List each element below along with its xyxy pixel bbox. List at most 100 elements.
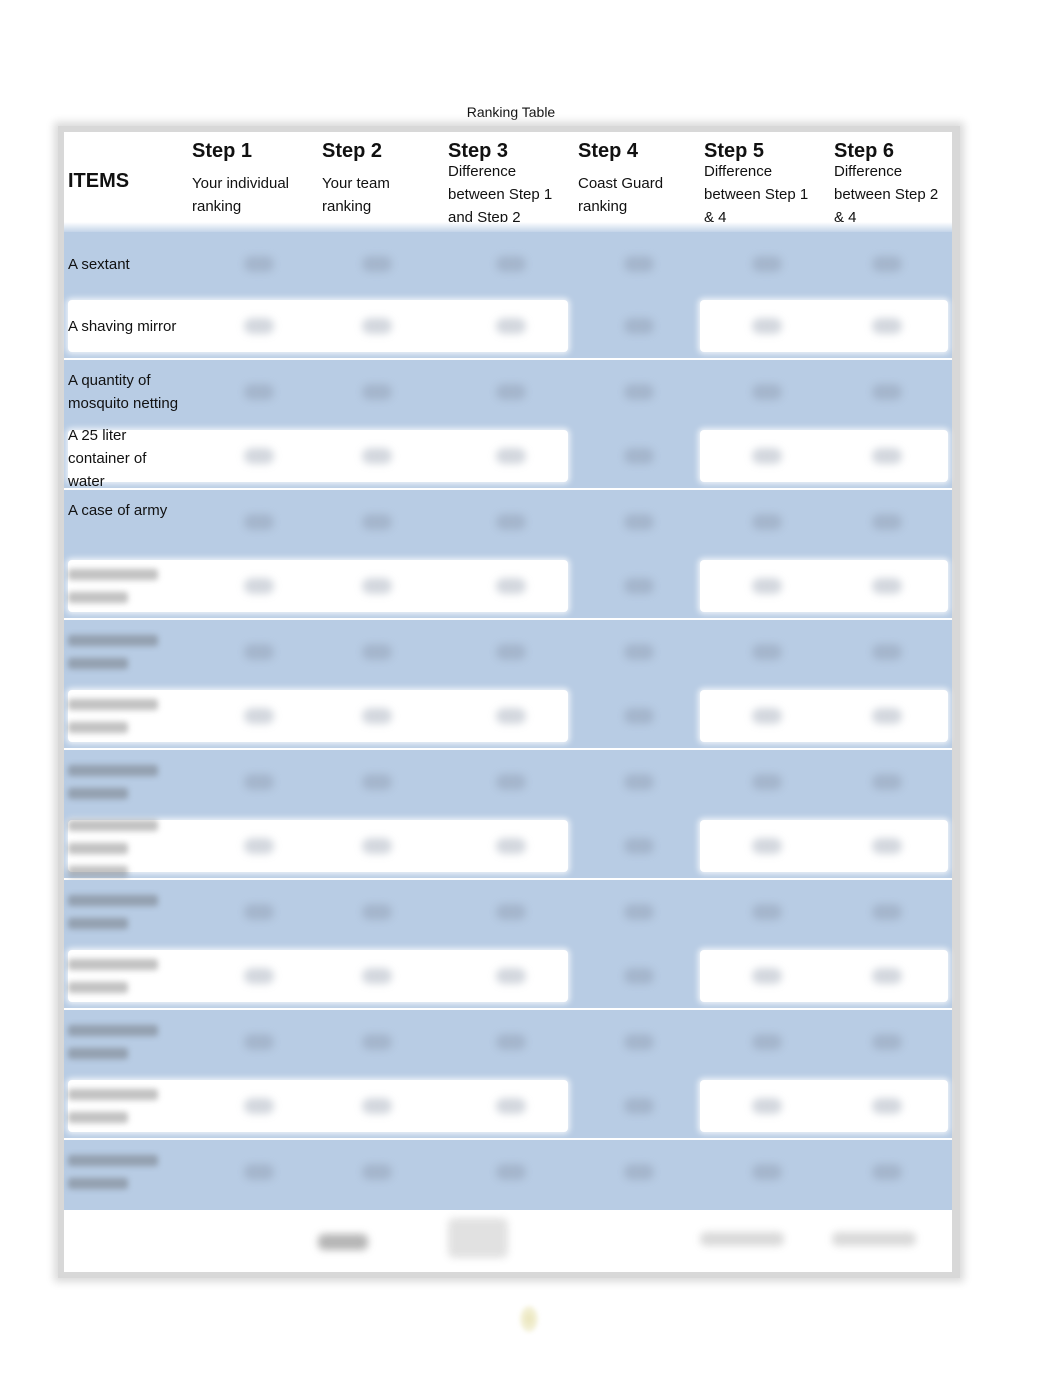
rank-cell-step-3[interactable] (496, 644, 526, 660)
rank-cell-step-2[interactable] (362, 774, 392, 790)
rank-cell-step-5[interactable] (752, 514, 782, 530)
rank-cell-step-5[interactable] (752, 578, 782, 594)
rank-cell-step-4[interactable] (624, 256, 654, 272)
rank-cell-step-4[interactable] (624, 384, 654, 400)
row-background (700, 690, 948, 742)
rank-cell-step-4[interactable] (624, 1164, 654, 1180)
rank-cell-step-6[interactable] (872, 838, 902, 854)
rank-cell-step-2[interactable] (362, 968, 392, 984)
rank-cell-step-4[interactable] (624, 514, 654, 530)
rank-cell-step-2[interactable] (362, 1034, 392, 1050)
table-row: A quantity of mosquito netting (64, 360, 952, 424)
rank-cell-step-6[interactable] (872, 1164, 902, 1180)
rank-cell-step-4[interactable] (624, 1034, 654, 1050)
rank-cell-step-1[interactable] (244, 774, 274, 790)
rank-cell-step-5[interactable] (752, 448, 782, 464)
rank-cell-step-2[interactable] (362, 1164, 392, 1180)
rank-cell-step-1[interactable] (244, 384, 274, 400)
rank-cell-step-5[interactable] (752, 256, 782, 272)
rank-cell-step-5[interactable] (752, 774, 782, 790)
rank-cell-step-6[interactable] (872, 774, 902, 790)
rank-cell-step-1[interactable] (244, 708, 274, 724)
rank-cell-step-5[interactable] (752, 838, 782, 854)
rank-cell-step-1[interactable] (244, 1034, 274, 1050)
rank-cell-step-4[interactable] (624, 708, 654, 724)
rank-cell-step-1[interactable] (244, 514, 274, 530)
rank-cell-step-6[interactable] (872, 448, 902, 464)
rank-cell-step-1[interactable] (244, 318, 274, 334)
rank-cell-step-6[interactable] (872, 904, 902, 920)
rank-cell-step-1[interactable] (244, 578, 274, 594)
rank-cell-step-3[interactable] (496, 256, 526, 272)
rank-cell-step-4[interactable] (624, 968, 654, 984)
rank-cell-step-6[interactable] (872, 708, 902, 724)
rank-cell-step-4[interactable] (624, 838, 654, 854)
rank-cell-step-1[interactable] (244, 256, 274, 272)
step-description-line: Difference (448, 163, 517, 180)
rank-cell-step-3[interactable] (496, 578, 526, 594)
step-description-line: between Step 2 (834, 186, 939, 203)
rank-cell-step-6[interactable] (872, 578, 902, 594)
item-label-line (68, 1111, 128, 1124)
rank-cell-step-5[interactable] (752, 1034, 782, 1050)
rank-cell-step-6[interactable] (872, 384, 902, 400)
rank-cell-step-4[interactable] (624, 448, 654, 464)
rank-cell-step-4[interactable] (624, 578, 654, 594)
rank-cell-step-3[interactable] (496, 774, 526, 790)
rank-cell-step-1[interactable] (244, 1098, 274, 1114)
rank-cell-step-3[interactable] (496, 318, 526, 334)
rank-cell-step-2[interactable] (362, 708, 392, 724)
rank-cell-step-5[interactable] (752, 904, 782, 920)
step-description-line: Your team (322, 175, 390, 192)
rank-cell-step-3[interactable] (496, 514, 526, 530)
item-label-line: A sextant (68, 255, 130, 273)
rank-cell-step-4[interactable] (624, 774, 654, 790)
rank-cell-step-5[interactable] (752, 644, 782, 660)
rank-cell-step-3[interactable] (496, 708, 526, 724)
rank-cell-step-6[interactable] (872, 318, 902, 334)
rank-cell-step-4[interactable] (624, 644, 654, 660)
rank-cell-step-6[interactable] (872, 968, 902, 984)
rank-cell-step-2[interactable] (362, 1098, 392, 1114)
rank-cell-step-1[interactable] (244, 1164, 274, 1180)
rank-cell-step-5[interactable] (752, 1164, 782, 1180)
rank-cell-step-6[interactable] (872, 1098, 902, 1114)
rank-cell-step-4[interactable] (624, 904, 654, 920)
rank-cell-step-3[interactable] (496, 448, 526, 464)
rank-cell-step-6[interactable] (872, 644, 902, 660)
rank-cell-step-2[interactable] (362, 514, 392, 530)
item-label-line (68, 634, 158, 647)
rank-cell-step-2[interactable] (362, 318, 392, 334)
rank-cell-step-3[interactable] (496, 1034, 526, 1050)
rank-cell-step-5[interactable] (752, 384, 782, 400)
rank-cell-step-4[interactable] (624, 1098, 654, 1114)
rank-cell-step-6[interactable] (872, 1034, 902, 1050)
rank-cell-step-3[interactable] (496, 1098, 526, 1114)
rank-cell-step-2[interactable] (362, 256, 392, 272)
rank-cell-step-3[interactable] (496, 1164, 526, 1180)
item-label (68, 759, 186, 805)
rank-cell-step-5[interactable] (752, 1098, 782, 1114)
rank-cell-step-1[interactable] (244, 904, 274, 920)
rank-cell-step-4[interactable] (624, 318, 654, 334)
rank-cell-step-2[interactable] (362, 448, 392, 464)
rank-cell-step-1[interactable] (244, 968, 274, 984)
rank-cell-step-2[interactable] (362, 838, 392, 854)
rank-cell-step-2[interactable] (362, 384, 392, 400)
rank-cell-step-1[interactable] (244, 838, 274, 854)
rank-cell-step-3[interactable] (496, 384, 526, 400)
rank-cell-step-2[interactable] (362, 904, 392, 920)
rank-cell-step-2[interactable] (362, 644, 392, 660)
rank-cell-step-5[interactable] (752, 318, 782, 334)
rank-cell-step-2[interactable] (362, 578, 392, 594)
rank-cell-step-1[interactable] (244, 644, 274, 660)
rank-cell-step-6[interactable] (872, 514, 902, 530)
rank-cell-step-3[interactable] (496, 968, 526, 984)
rank-cell-step-3[interactable] (496, 838, 526, 854)
rank-cell-step-5[interactable] (752, 708, 782, 724)
step-description: Your individual ranking (192, 172, 289, 218)
rank-cell-step-3[interactable] (496, 904, 526, 920)
rank-cell-step-5[interactable] (752, 968, 782, 984)
rank-cell-step-1[interactable] (244, 448, 274, 464)
rank-cell-step-6[interactable] (872, 256, 902, 272)
